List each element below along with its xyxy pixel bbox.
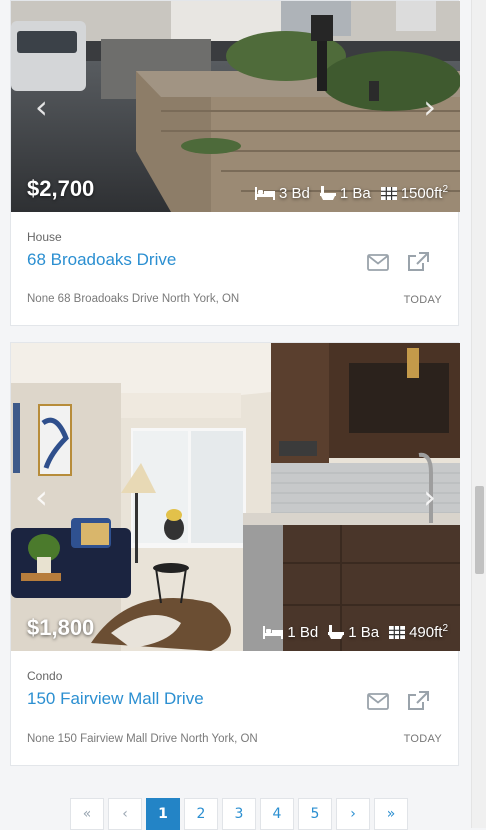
listing-photo[interactable]: ‹ › $1,800 1 Bd 1 Ba 490ft2: [11, 343, 460, 651]
page-3-button[interactable]: 3: [222, 798, 256, 830]
area-spec: 1500ft2: [380, 184, 448, 202]
page-5-button[interactable]: 5: [298, 798, 332, 830]
carousel-prev-arrow[interactable]: ‹: [35, 481, 48, 513]
bed-icon: [255, 187, 275, 200]
baths-value: 1 Ba: [348, 623, 380, 641]
baths-spec: 1 Ba: [319, 184, 371, 202]
page-2-button[interactable]: 2: [184, 798, 218, 830]
page-4-button[interactable]: 4: [260, 798, 294, 830]
carousel-prev-arrow[interactable]: ‹: [35, 91, 48, 123]
carousel-next-arrow[interactable]: ›: [423, 481, 436, 513]
area-icon: [380, 186, 397, 200]
area-spec: 490ft2: [389, 623, 448, 641]
envelope-icon: [367, 693, 389, 710]
listing-date: TODAY: [403, 294, 442, 306]
listing-price: $2,700: [27, 176, 95, 201]
listing-photo[interactable]: ‹ › $2,700 3 Bd 1 Ba 1500ft2: [11, 1, 460, 212]
baths-spec: 1 Ba: [328, 624, 379, 641]
listing-specs: 3 Bd 1 Ba 1500ft2: [255, 184, 448, 202]
carousel-next-arrow[interactable]: ›: [423, 91, 436, 123]
bath-icon: [319, 185, 336, 200]
pagination: « ‹ 1 2 3 4 5 › »: [70, 798, 408, 830]
listing-title-link[interactable]: 68 Broadoaks Drive: [27, 250, 176, 270]
property-type: House: [27, 230, 62, 244]
external-link-icon: [408, 691, 429, 710]
prev-page-button[interactable]: ‹: [108, 798, 142, 830]
bath-icon: [328, 624, 345, 639]
open-listing-button[interactable]: [407, 252, 431, 274]
next-page-button[interactable]: ›: [336, 798, 370, 830]
listing-address: None 150 Fairview Mall Drive North York,…: [27, 733, 258, 745]
listing-specs: 1 Bd 1 Ba 490ft2: [263, 623, 448, 641]
email-button[interactable]: [367, 254, 391, 276]
beds-spec: 1 Bd: [263, 624, 318, 641]
listing-title-link[interactable]: 150 Fairview Mall Drive: [27, 689, 204, 709]
page-1-button[interactable]: 1: [146, 798, 180, 830]
listing-card: ‹ › $2,700 3 Bd 1 Ba 1500ft2 House 68 Br…: [10, 0, 460, 326]
scrollbar[interactable]: [471, 0, 486, 828]
area-value: 1500ft2: [400, 184, 448, 202]
email-button[interactable]: [367, 693, 391, 715]
listing-date: TODAY: [403, 733, 442, 745]
property-type: Condo: [27, 669, 63, 683]
scrollbar-thumb[interactable]: [475, 486, 484, 574]
bed-icon: [263, 626, 284, 639]
baths-value: 1 Ba: [339, 184, 371, 202]
beds-value: 3 Bd: [279, 184, 310, 202]
external-link-icon: [408, 252, 429, 271]
area-icon: [389, 625, 406, 639]
envelope-icon: [367, 254, 389, 271]
listing-card: ‹ › $1,800 1 Bd 1 Ba 490ft2 Condo 150 Fa…: [10, 342, 460, 766]
area-value: 490ft2: [409, 623, 448, 641]
last-page-button[interactable]: »: [374, 798, 408, 830]
listing-price: $1,800: [27, 615, 95, 640]
listing-address: None 68 Broadoaks Drive North York, ON: [27, 293, 240, 305]
first-page-button[interactable]: «: [70, 798, 104, 830]
open-listing-button[interactable]: [407, 691, 431, 713]
condo-interior-photo: [11, 343, 460, 651]
beds-value: 1 Bd: [287, 623, 319, 641]
beds-spec: 3 Bd: [255, 185, 310, 202]
